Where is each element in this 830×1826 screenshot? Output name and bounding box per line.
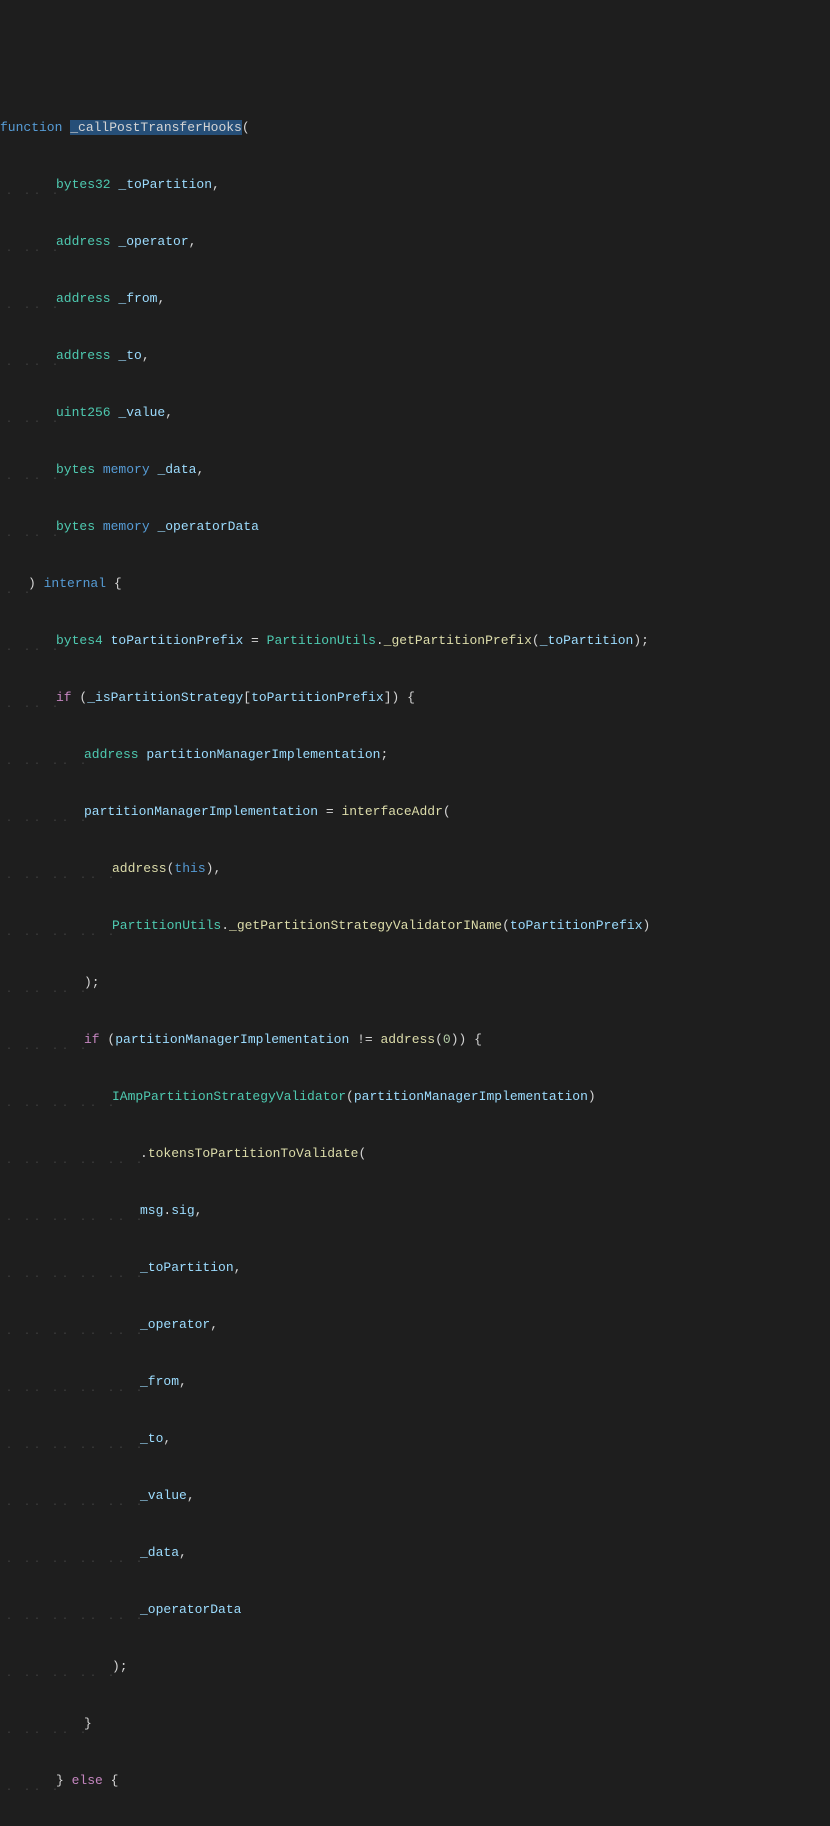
class: PartitionUtils [112,918,221,933]
code-editor[interactable]: function _callPostTransferHooks( bytes32… [0,76,830,1826]
code-line[interactable]: bytes memory _data, [0,460,830,479]
code-line[interactable]: _operator, [0,1315,830,1334]
fn: _getPartitionPrefix [384,633,532,648]
code-line[interactable]: bytes32 _toPartition, [0,175,830,194]
fn: interfaceAddr [341,804,442,819]
code-line[interactable]: ); [0,973,830,992]
param: _data [157,462,196,477]
param: _from [118,291,157,306]
class: IAmpPartitionStrategyValidator [112,1089,346,1104]
keyword: internal [44,576,106,591]
var: partitionManagerImplementation [84,804,318,819]
keyword: memory [103,462,150,477]
code-line[interactable]: _toPartition, [0,1258,830,1277]
code-line[interactable]: .tokensToPartitionToValidate( [0,1144,830,1163]
code-line[interactable]: _operatorData [0,1600,830,1619]
code-line[interactable]: if (partitionManagerImplementation != ad… [0,1030,830,1049]
fn: tokensToPartitionToValidate [148,1146,359,1161]
code-line[interactable]: PartitionUtils._getPartitionStrategyVali… [0,916,830,935]
keyword-else: else [72,1773,103,1788]
code-line[interactable]: address _from, [0,289,830,308]
code-line[interactable]: address _to, [0,346,830,365]
code-line[interactable]: function _callPostTransferHooks( [0,118,830,137]
code-line[interactable]: if (_isPartitionStrategy[toPartitionPref… [0,688,830,707]
punct: ( [242,120,250,135]
var: partitionManagerImplementation [146,747,380,762]
code-line[interactable]: _from, [0,1372,830,1391]
fn: _getPartitionStrategyValidatorIName [229,918,502,933]
code-line[interactable]: IAmpPartitionStrategyValidator(partition… [0,1087,830,1106]
code-line[interactable]: ) internal { [0,574,830,593]
code-line[interactable]: } [0,1714,830,1733]
code-line[interactable]: ); [0,1657,830,1676]
param: _value [118,405,165,420]
code-line[interactable]: _to, [0,1429,830,1448]
code-line[interactable]: bytes4 toPartitionPrefix = PartitionUtil… [0,631,830,650]
code-line[interactable]: uint256 _value, [0,403,830,422]
keyword: memory [103,519,150,534]
selected-function-name: _callPostTransferHooks [70,120,242,135]
code-line[interactable]: } else { [0,1771,830,1790]
code-line[interactable]: address _operator, [0,232,830,251]
var: _toPartition [140,1260,234,1275]
param: _to [118,348,141,363]
class: PartitionUtils [267,633,376,648]
code-line[interactable]: _data, [0,1543,830,1562]
code-line[interactable]: address partitionManagerImplementation; [0,745,830,764]
var: _isPartitionStrategy [87,690,243,705]
code-line[interactable]: partitionManagerImplementation = interfa… [0,802,830,821]
code-line[interactable]: bytes memory _operatorData [0,517,830,536]
param: _operatorData [157,519,258,534]
param: _operator [118,234,188,249]
code-line[interactable]: address(this), [0,859,830,878]
code-line[interactable]: msg.sig, [0,1201,830,1220]
var: toPartitionPrefix [111,633,244,648]
keyword-function: function [0,120,70,135]
code-line[interactable]: _value, [0,1486,830,1505]
keyword-this: this [174,861,205,876]
param: _toPartition [118,177,212,192]
